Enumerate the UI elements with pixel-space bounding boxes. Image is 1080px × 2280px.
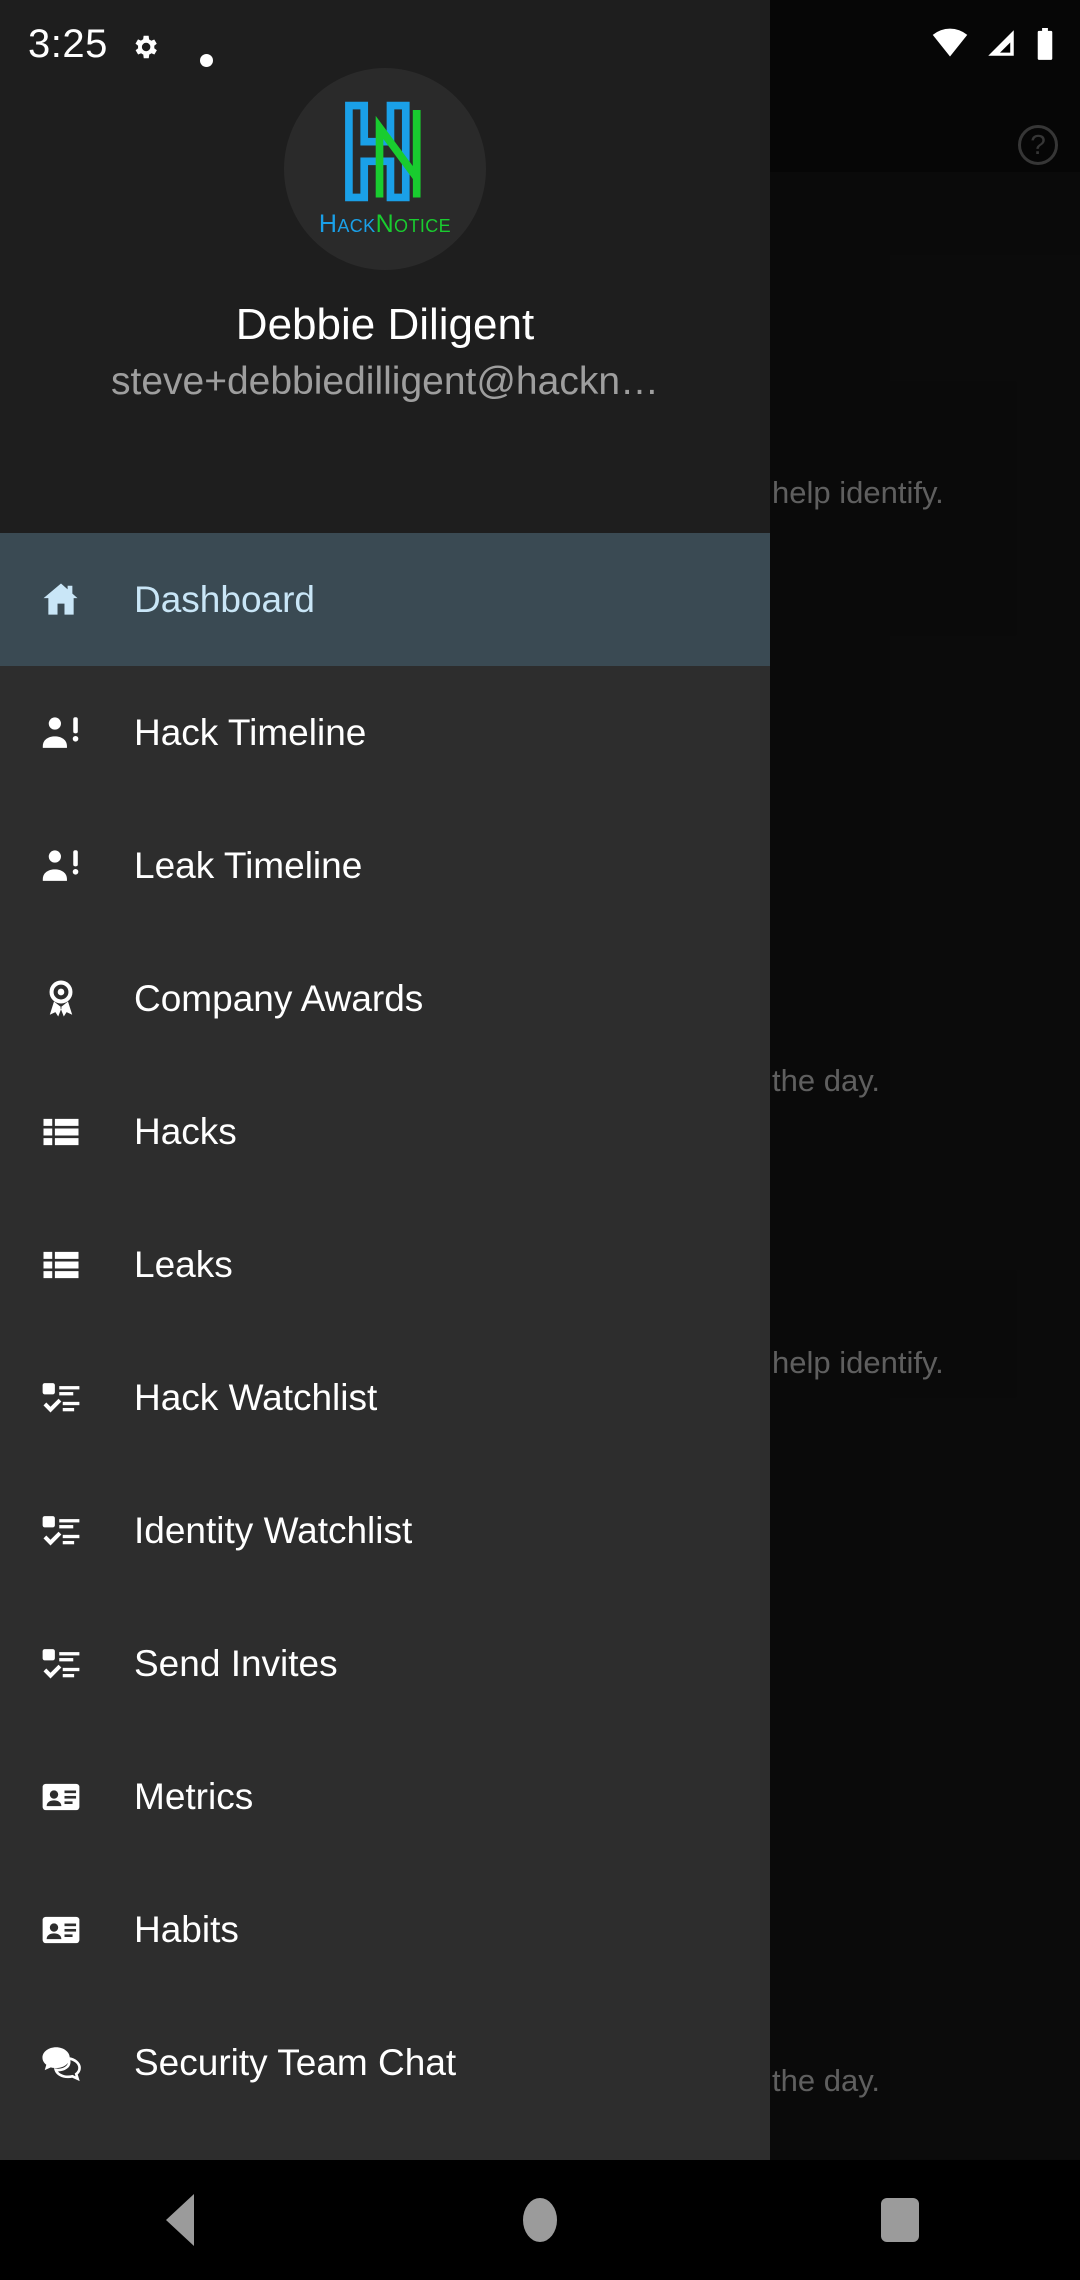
wordmark-hack: Hack [318, 210, 376, 238]
sidebar-item-leak-timeline[interactable]: Leak Timeline [0, 799, 770, 932]
drawer-menu-list: Dashboard Hack Timeline Leak Timeline Compa… [0, 533, 770, 2129]
sidebar-item-label: Dashboard [134, 578, 316, 620]
home-icon [35, 574, 87, 626]
sidebar-item-label: Hacks [134, 1110, 237, 1152]
hacknotice-logo-icon [345, 101, 421, 202]
chat-bubbles-icon [35, 2037, 87, 2089]
sidebar-item-habits[interactable]: Habits [0, 1863, 770, 1996]
sidebar-item-security-team-chat[interactable]: Security Team Chat [0, 1996, 770, 2129]
status-bar-icons [932, 28, 1056, 60]
sidebar-item-label: Company Awards [134, 977, 424, 1019]
status-bar-clock: 3:25 [28, 22, 108, 66]
sidebar-item-label: Hack Timeline [134, 711, 367, 753]
navigation-drawer: HackNotice Debbie Diligent steve+debbied… [0, 0, 770, 2160]
gear-icon [135, 35, 157, 59]
sidebar-item-label: Leak Timeline [134, 844, 363, 886]
recents-square-icon [881, 2198, 919, 2242]
sidebar-item-label: Metrics [134, 1775, 254, 1817]
sidebar-item-hacks[interactable]: Hacks [0, 1065, 770, 1198]
sidebar-item-label: Leaks [134, 1243, 233, 1285]
sidebar-item-hack-timeline[interactable]: Hack Timeline [0, 666, 770, 799]
person-alert-icon [35, 707, 87, 759]
sidebar-item-send-invites[interactable]: Send Invites [0, 1597, 770, 1730]
sidebar-item-metrics[interactable]: Metrics [0, 1730, 770, 1863]
sidebar-item-leaks[interactable]: Leaks [0, 1198, 770, 1331]
sidebar-item-label: Identity Watchlist [134, 1509, 413, 1551]
status-bar: 3:25 [0, 0, 1080, 86]
table-list-icon [35, 1239, 87, 1291]
wordmark-notice: Notice [375, 210, 452, 238]
hacknotice-wordmark: HackNotice [319, 210, 451, 239]
back-button[interactable] [120, 2160, 240, 2280]
sidebar-item-label: Hack Watchlist [134, 1376, 378, 1418]
battery-icon [1037, 28, 1053, 60]
sidebar-item-label: Habits [134, 1908, 239, 1950]
contact-card-icon [35, 1771, 87, 1823]
checklist-icon [35, 1372, 87, 1424]
table-list-icon [35, 1106, 87, 1158]
dot-indicator [200, 54, 213, 67]
sidebar-item-hack-watchlist[interactable]: Hack Watchlist [0, 1331, 770, 1464]
sidebar-item-identity-watchlist[interactable]: Identity Watchlist [0, 1464, 770, 1597]
account-email: steve+debbiedilligent@hackn… [110, 360, 660, 403]
phone-screen: ? help identify. the day. help identify. th… [0, 0, 1080, 2280]
home-circle-icon [523, 2198, 557, 2242]
checklist-icon [35, 1638, 87, 1690]
cellular-signal-icon [988, 30, 1014, 56]
person-alert-icon [35, 840, 87, 892]
account-name: Debbie Diligent [235, 300, 535, 349]
recents-button[interactable] [840, 2160, 960, 2280]
avatar[interactable]: HackNotice [284, 68, 486, 270]
back-triangle-icon [166, 2194, 194, 2246]
home-button[interactable] [480, 2160, 600, 2280]
award-ribbon-icon [35, 973, 87, 1025]
sidebar-item-dashboard[interactable]: Dashboard [0, 533, 770, 666]
sidebar-item-label: Send Invites [134, 1642, 338, 1684]
sidebar-item-company-awards[interactable]: Company Awards [0, 932, 770, 1065]
sidebar-item-label: Security Team Chat [134, 2041, 457, 2083]
wifi-icon [932, 28, 968, 57]
checklist-icon [35, 1505, 87, 1557]
system-navigation-bar [0, 2160, 1080, 2280]
contact-card-icon [35, 1904, 87, 1956]
